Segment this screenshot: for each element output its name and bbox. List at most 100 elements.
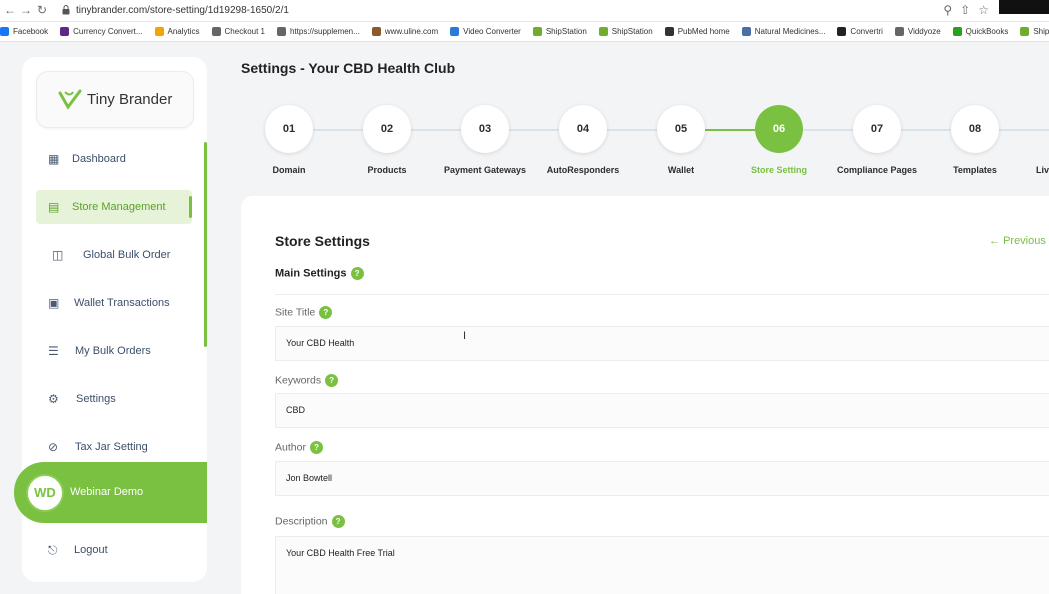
stepper-connector: [901, 129, 951, 131]
bookmark-label: Video Converter: [463, 27, 521, 36]
sidebar-item-label: Tax Jar Setting: [75, 441, 148, 453]
zoom-icon[interactable]: ⚲: [943, 3, 952, 17]
reload-icon[interactable]: ↻: [37, 3, 47, 17]
dashboard-icon: ▦: [48, 152, 60, 166]
logo-card[interactable]: Tiny Brander: [36, 71, 194, 128]
step-templates[interactable]: 08: [951, 105, 999, 153]
description-textarea[interactable]: Your CBD Health Free Trial: [275, 536, 1049, 594]
step-compliance-pages[interactable]: 07: [853, 105, 901, 153]
lock-icon: [62, 5, 70, 15]
step-wallet[interactable]: 05: [657, 105, 705, 153]
gear-icon: ⚙: [48, 392, 59, 406]
user-profile[interactable]: WD Webinar Demo: [14, 462, 207, 523]
bookmark-item[interactable]: Video Converter: [450, 27, 521, 36]
bookmark-label: Analytics: [167, 27, 200, 36]
step-label: AutoResponders: [546, 165, 620, 175]
bookmark-item[interactable]: Currency Convert...: [60, 27, 143, 36]
sidebar-item-label: Settings: [76, 393, 116, 405]
bookmark-label: Natural Medicines...: [754, 27, 826, 36]
sidebar-item-tax-jar-setting[interactable]: ⊘ Tax Jar Setting: [36, 430, 192, 464]
bookmark-item[interactable]: ShipS: [1020, 27, 1049, 36]
bookmark-item[interactable]: QuickBooks: [952, 27, 1008, 36]
back-icon[interactable]: ←: [4, 3, 16, 17]
bookmark-item[interactable]: https://supplemen...: [276, 27, 360, 36]
page-title: Settings - Your CBD Health Club: [241, 60, 456, 76]
help-icon[interactable]: ?: [331, 515, 345, 528]
browser-url-bar: ← → ↻ tinybrander.com/store-setting/1d19…: [0, 0, 1049, 22]
sidebar-item-global-bulk-order[interactable]: ◫ Global Bulk Order: [36, 238, 192, 272]
bookmark-icon: [276, 27, 286, 36]
bookmark-label: Facebook: [13, 27, 49, 36]
step-products[interactable]: 02: [363, 105, 411, 153]
bookmark-item[interactable]: Facebook: [0, 27, 48, 36]
author-input[interactable]: Jon Bowtell: [275, 461, 1049, 496]
store-settings-card: Store Settings ← Previous Main Settings?…: [241, 196, 1049, 594]
bookmark-label: ShipStation: [611, 27, 653, 36]
bookmark-item[interactable]: ShipStation: [598, 27, 653, 36]
sidebar-item-wallet-transactions[interactable]: ▣ Wallet Transactions: [36, 286, 192, 320]
bookmark-icon: [532, 27, 542, 36]
sidebar-item-label: Wallet Transactions: [74, 297, 170, 309]
bookmark-item[interactable]: Viddyoze: [894, 27, 941, 36]
bookmark-item[interactable]: www.uline.com: [371, 27, 439, 36]
help-icon[interactable]: ?: [325, 374, 339, 387]
bookmark-item[interactable]: PubMed home: [664, 27, 730, 36]
bookmark-icon: [60, 27, 70, 36]
help-icon[interactable]: ?: [309, 441, 323, 454]
stepper-connector: [411, 129, 461, 131]
site-title-input[interactable]: Your CBD Health: [275, 326, 1049, 361]
sidebar-item-label: Dashboard: [72, 153, 126, 165]
bookmark-label: www.uline.com: [384, 27, 439, 36]
card-title: Store Settings: [275, 233, 370, 249]
wallet-icon: ▣: [48, 296, 60, 310]
description-label: Description?: [275, 515, 345, 528]
bookmark-item[interactable]: Natural Medicines...: [741, 27, 826, 36]
bookmarks-bar: Facebook Currency Convert... Analytics Chec…: [0, 22, 1049, 42]
help-icon[interactable]: ?: [319, 306, 333, 319]
divider: [275, 294, 1049, 295]
bookmark-icon: [664, 27, 674, 36]
sidebar-item-store-management[interactable]: ▤ Store Management: [36, 190, 192, 224]
bulk-order-icon: ◫: [52, 248, 64, 262]
step-label: Wallet: [667, 165, 695, 175]
stepper-connector: [313, 129, 363, 131]
bookmark-item[interactable]: ShipStation: [532, 27, 587, 36]
stepper-connector-active: [705, 129, 755, 131]
sidebar-scrollbar[interactable]: [204, 142, 207, 347]
address-bar[interactable]: tinybrander.com/store-setting/1d19298-16…: [76, 5, 289, 16]
list-icon: ☰: [48, 344, 59, 358]
sidebar-item-my-bulk-orders[interactable]: ☰ My Bulk Orders: [36, 334, 192, 368]
bookmark-item[interactable]: Analytics: [154, 27, 200, 36]
share-icon[interactable]: ⇧: [960, 3, 970, 17]
stepper-connector: [803, 129, 853, 131]
bookmark-icon: [837, 27, 847, 36]
sidebar-item-dashboard[interactable]: ▦ Dashboard: [36, 142, 192, 176]
bookmark-label: ShipS: [1033, 27, 1049, 36]
sidebar-item-settings[interactable]: ⚙ Settings: [36, 382, 192, 416]
logout-label: Logout: [74, 544, 108, 556]
previous-link[interactable]: ← Previous: [989, 235, 1046, 247]
field-label-text: Description: [275, 515, 328, 528]
bookmark-item[interactable]: Convertri: [837, 27, 883, 36]
bookmark-icon: [741, 27, 751, 36]
bookmark-icon: [0, 27, 9, 36]
tax-icon: ⊘: [48, 440, 59, 454]
step-autoresponders[interactable]: 04: [559, 105, 607, 153]
step-payment-gateways[interactable]: 03: [461, 105, 509, 153]
help-icon[interactable]: ?: [350, 267, 364, 280]
sidebar-item-label: Global Bulk Order: [83, 249, 171, 261]
bookmark-label: Checkout 1: [224, 27, 265, 36]
arrow-left-icon: ←: [989, 235, 1000, 247]
field-label-text: Author: [275, 441, 306, 454]
section-title: Main Settings?: [275, 267, 364, 280]
step-label: Products: [367, 165, 407, 175]
author-label: Author?: [275, 441, 323, 454]
keywords-input[interactable]: CBD: [275, 393, 1049, 428]
step-domain[interactable]: 01: [265, 105, 313, 153]
star-icon[interactable]: ☆: [978, 3, 989, 17]
forward-icon[interactable]: →: [20, 3, 32, 17]
step-store-setting[interactable]: 06: [755, 105, 803, 153]
logout-button[interactable]: ⎋ Logout: [36, 533, 192, 567]
bookmark-item[interactable]: Checkout 1: [211, 27, 265, 36]
text-cursor-icon: I: [463, 330, 467, 342]
